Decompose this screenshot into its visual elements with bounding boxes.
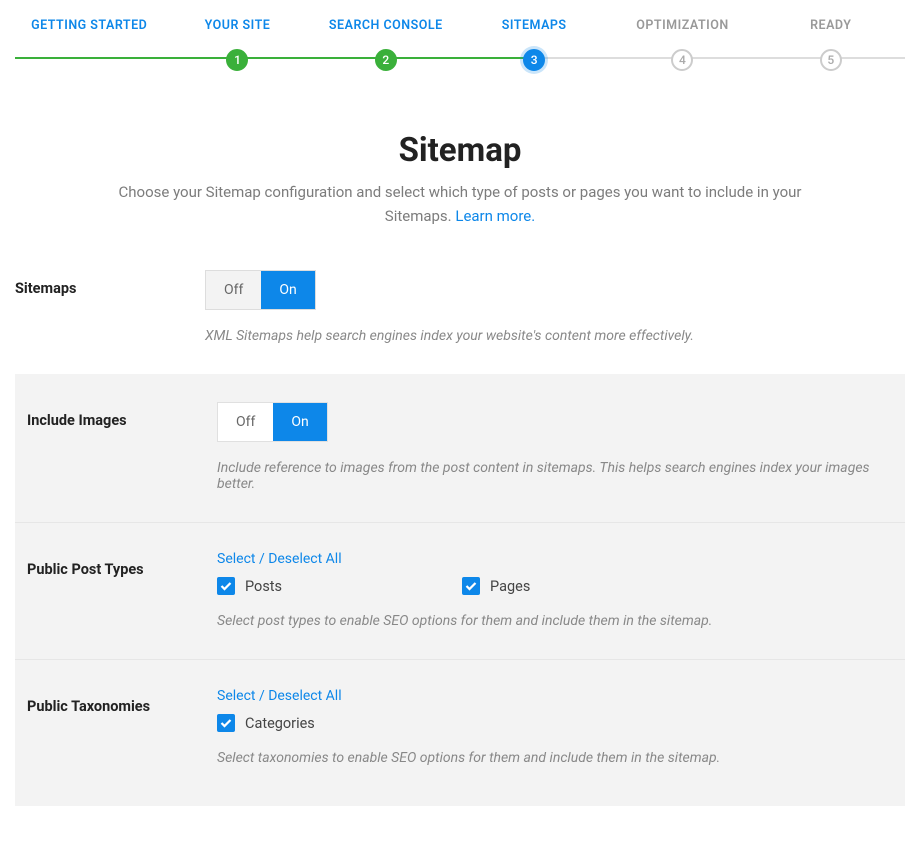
row-sitemaps: Sitemaps Off On XML Sitemaps help search… xyxy=(15,270,905,374)
select-all-taxonomies[interactable]: Select / Deselect All xyxy=(217,688,342,704)
page-title: Sitemap xyxy=(15,131,905,170)
checkbox-label: Posts xyxy=(245,578,282,595)
select-all-post-types[interactable]: Select / Deselect All xyxy=(217,551,342,567)
row-taxonomies: Public Taxonomies Select / Deselect All … xyxy=(15,660,905,806)
step-sitemaps[interactable]: SITEMAPS 3 xyxy=(460,18,608,71)
wizard-stepper: GETTING STARTED YOUR SITE 1 SEARCH CONSO… xyxy=(15,18,905,71)
step-label: SITEMAPS xyxy=(502,18,567,33)
checkbox-pages[interactable]: Pages xyxy=(462,577,530,595)
note-include-images: Include reference to images from the pos… xyxy=(217,460,893,492)
label-taxonomies: Public Taxonomies xyxy=(27,688,217,766)
step-ready[interactable]: READY 5 xyxy=(757,18,905,71)
note-sitemaps: XML Sitemaps help search engines index y… xyxy=(205,328,905,344)
step-circle: 1 xyxy=(226,49,248,71)
check-icon xyxy=(217,577,235,595)
step-search-console[interactable]: SEARCH CONSOLE 2 xyxy=(312,18,460,71)
step-getting-started[interactable]: GETTING STARTED xyxy=(15,18,163,71)
checkbox-label: Pages xyxy=(490,578,530,595)
toggle-sitemaps-off[interactable]: Off xyxy=(206,271,261,309)
toggle-sitemaps[interactable]: Off On xyxy=(205,270,316,310)
check-icon xyxy=(217,714,235,732)
step-circle: 4 xyxy=(671,49,693,71)
checkbox-label: Categories xyxy=(245,715,315,732)
step-circle: 5 xyxy=(820,49,842,71)
step-label: YOUR SITE xyxy=(205,18,271,33)
step-circle: 3 xyxy=(523,49,545,71)
checkbox-posts[interactable]: Posts xyxy=(217,577,282,595)
label-post-types: Public Post Types xyxy=(27,551,217,629)
toggle-include-images-off[interactable]: Off xyxy=(218,403,273,441)
label-sitemaps: Sitemaps xyxy=(15,270,205,344)
label-include-images: Include Images xyxy=(27,402,217,492)
step-label: OPTIMIZATION xyxy=(636,18,728,33)
step-optimization[interactable]: OPTIMIZATION 4 xyxy=(608,18,756,71)
step-label: SEARCH CONSOLE xyxy=(329,18,443,33)
toggle-sitemaps-on[interactable]: On xyxy=(261,271,314,309)
step-label: READY xyxy=(810,18,851,33)
note-taxonomies: Select taxonomies to enable SEO options … xyxy=(217,750,893,766)
row-include-images: Include Images Off On Include reference … xyxy=(15,374,905,523)
checkbox-categories[interactable]: Categories xyxy=(217,714,315,732)
step-your-site[interactable]: YOUR SITE 1 xyxy=(163,18,311,71)
step-label: GETTING STARTED xyxy=(31,18,147,33)
page-description: Choose your Sitemap configuration and se… xyxy=(100,180,820,228)
check-icon xyxy=(462,577,480,595)
row-post-types: Public Post Types Select / Deselect All … xyxy=(15,523,905,660)
toggle-include-images[interactable]: Off On xyxy=(217,402,328,442)
learn-more-link[interactable]: Learn more. xyxy=(455,207,535,225)
step-circle: 2 xyxy=(375,49,397,71)
toggle-include-images-on[interactable]: On xyxy=(273,403,326,441)
note-post-types: Select post types to enable SEO options … xyxy=(217,613,893,629)
page-header: Sitemap Choose your Sitemap configuratio… xyxy=(15,131,905,228)
